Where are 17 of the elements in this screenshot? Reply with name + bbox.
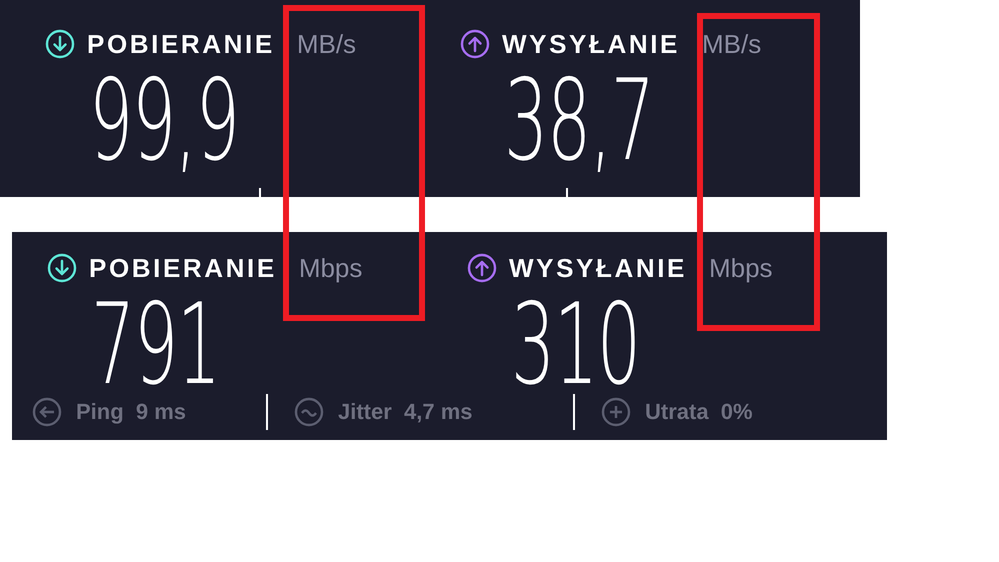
circle-icon	[601, 397, 631, 427]
result-label: WYSYŁANIE	[509, 252, 687, 284]
speed-value: 38,7	[504, 66, 654, 176]
unit-label: MB/s	[296, 28, 356, 60]
stat-text: Jitter 4,7 ms	[338, 399, 473, 425]
speed-value: 310	[511, 290, 640, 400]
unit-label: Mbps	[298, 252, 362, 284]
wave-icon	[294, 397, 324, 427]
speed-value: 99,9	[89, 66, 239, 176]
result-label: POBIERANIE	[87, 28, 275, 60]
unit-label: MB/s	[702, 28, 762, 60]
result-label: WYSYŁANIE	[502, 28, 680, 60]
stat-text: Ping 9 ms	[76, 399, 186, 425]
unit-label: Mbps	[708, 252, 773, 284]
stat-text: Utrata 0%	[645, 399, 753, 425]
result-label: POBIERANIE	[89, 252, 277, 284]
speed-value: 791	[91, 290, 220, 400]
